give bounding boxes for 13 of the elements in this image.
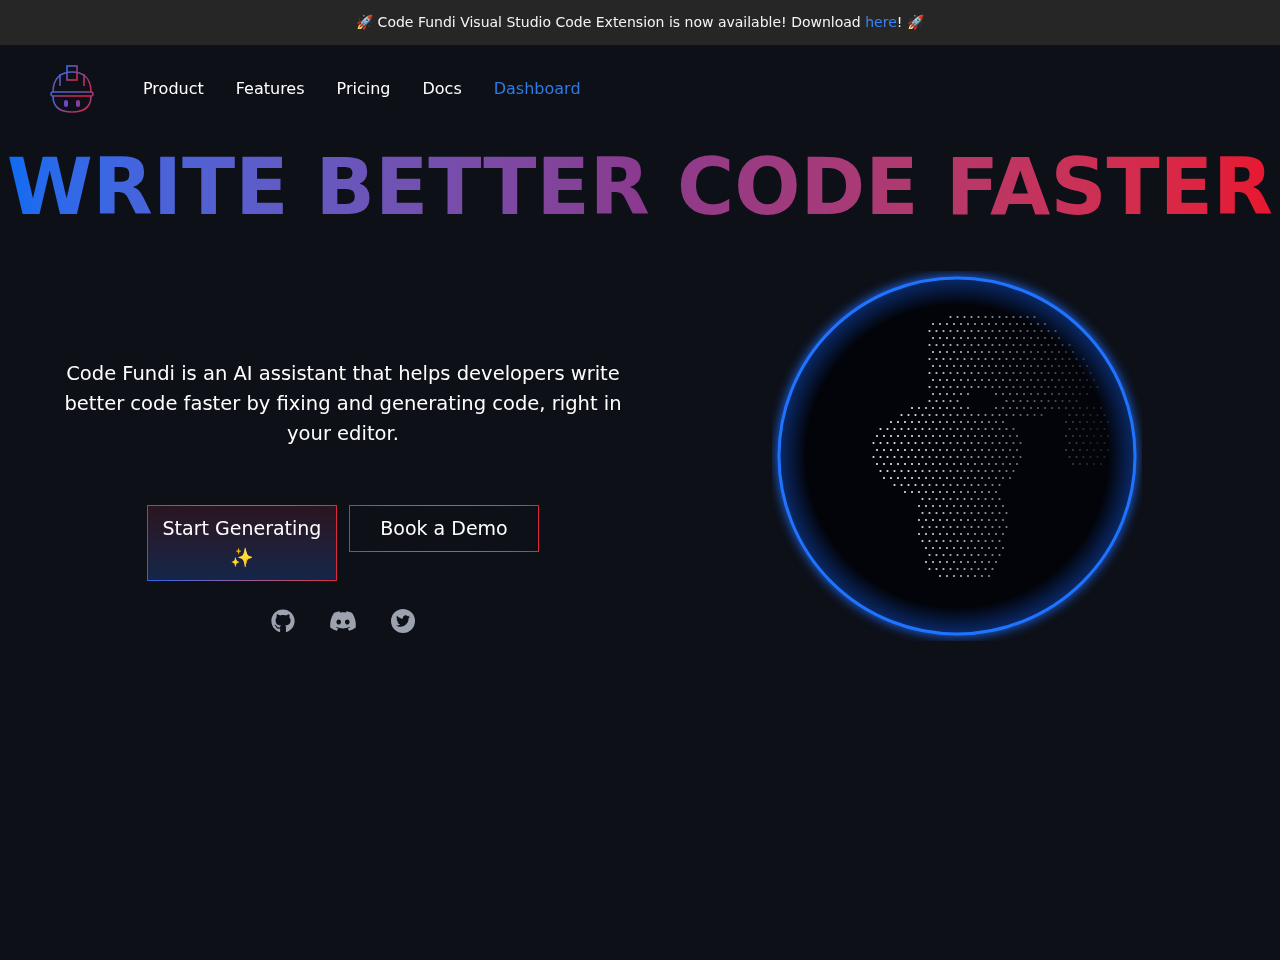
start-generating-button[interactable]: Start Generating ✨ [147,505,337,581]
hero-description: Code Fundi is an AI assistant that helps developers write better code faster by fixing and generating code, right in your editor. [63,361,623,447]
twitter-icon[interactable] [391,609,415,633]
book-demo-button[interactable]: Book a Demo [349,505,539,552]
download-link[interactable]: here [865,14,897,30]
announcement-text: 🚀 Code Fundi Visual Studio Code Extension is now available! Download here! 🚀 [356,13,924,32]
nav-link[interactable]: Docs [422,77,462,101]
nav-link[interactable]: Product [143,77,204,101]
nav-link[interactable]: Features [235,77,305,101]
nav-link[interactable]: Dashboard [493,77,581,101]
helmet-robot-logo-icon[interactable] [49,64,95,114]
github-icon[interactable] [271,609,295,633]
nav-link[interactable]: Pricing [336,77,391,101]
